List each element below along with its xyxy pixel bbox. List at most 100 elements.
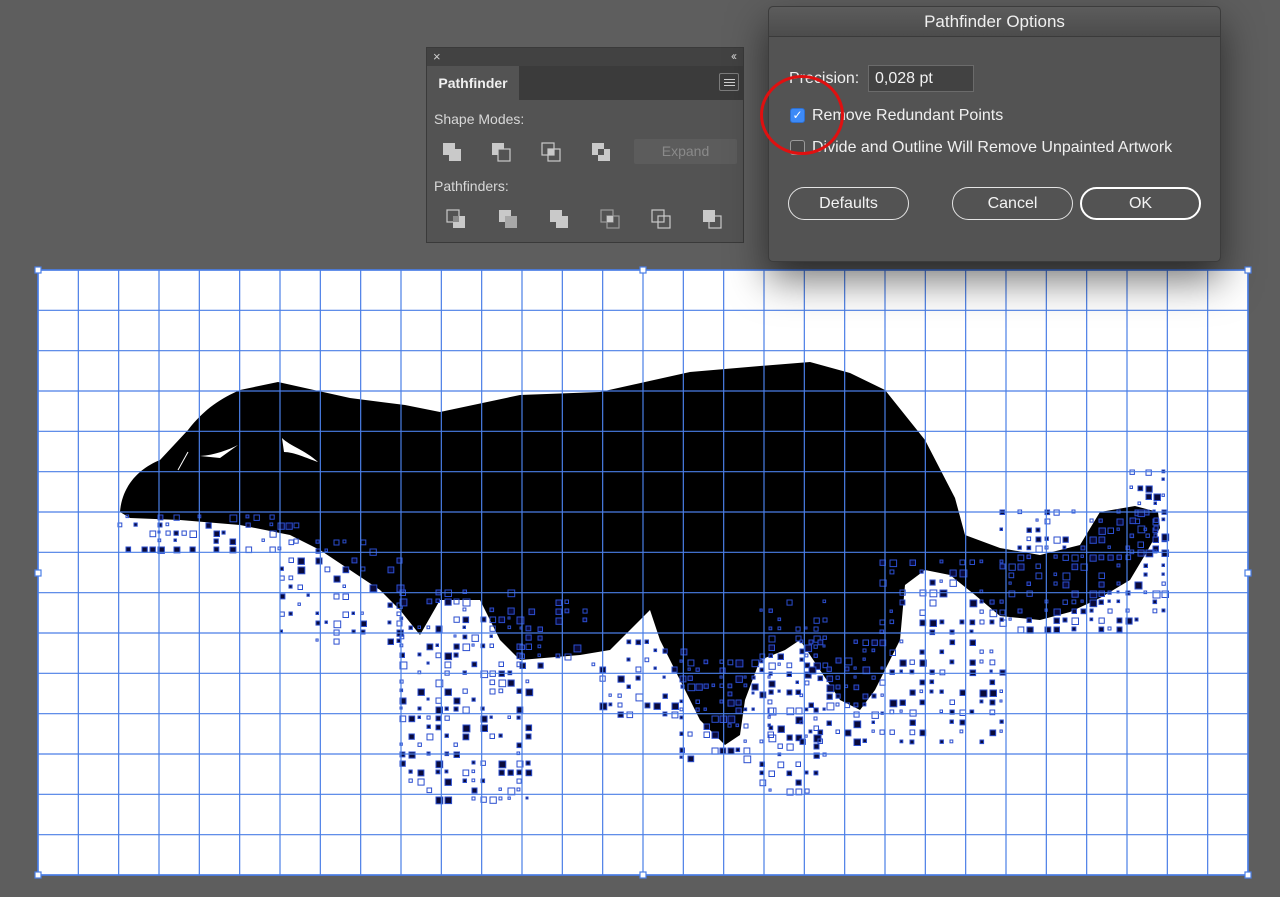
divide-outline-label[interactable]: Divide and Outline Will Remove Unpainted… xyxy=(812,139,1172,157)
halftone-square xyxy=(759,667,765,673)
halftone-square xyxy=(711,683,716,688)
halftone-square xyxy=(462,778,467,783)
halftone-square xyxy=(759,608,763,612)
halftone-square xyxy=(719,747,727,755)
halftone-square xyxy=(555,608,562,615)
panel-title-bar[interactable]: × ‹‹ xyxy=(427,48,743,66)
halftone-square xyxy=(949,569,957,577)
halftone-square xyxy=(727,691,733,697)
halftone-square xyxy=(1145,485,1153,493)
pathfinder-panel: × ‹‹ Pathfinder Shape Modes: Expand Path… xyxy=(426,47,744,243)
tab-pathfinder[interactable]: Pathfinder xyxy=(427,66,519,100)
halftone-square xyxy=(929,689,934,694)
halftone-square xyxy=(959,719,966,726)
expand-button[interactable]: Expand xyxy=(634,139,737,164)
minus-front-icon[interactable] xyxy=(490,141,512,163)
halftone-square xyxy=(899,739,904,744)
ok-button[interactable]: OK xyxy=(1080,187,1201,220)
halftone-square xyxy=(516,688,522,694)
exclude-icon[interactable] xyxy=(590,141,612,163)
halftone-square xyxy=(939,689,944,694)
minus-back-icon[interactable] xyxy=(701,208,723,230)
halftone-square xyxy=(1053,617,1060,624)
halftone-square xyxy=(687,675,693,681)
halftone-square xyxy=(1053,554,1058,559)
halftone-square xyxy=(844,729,852,737)
outline-icon[interactable] xyxy=(650,208,672,230)
halftone-square xyxy=(213,530,220,537)
halftone-square xyxy=(1080,599,1084,603)
halftone-square xyxy=(1145,493,1152,500)
halftone-square xyxy=(516,742,523,749)
halftone-square xyxy=(525,760,531,766)
halftone-square xyxy=(989,699,996,706)
halftone-square xyxy=(999,563,1006,570)
divide-icon[interactable] xyxy=(445,208,467,230)
halftone-square xyxy=(462,625,466,629)
halftone-square xyxy=(929,679,935,685)
halftone-square xyxy=(919,699,926,706)
halftone-square xyxy=(853,720,862,729)
halftone-square xyxy=(826,720,832,726)
halftone-square xyxy=(498,769,505,776)
halftone-square xyxy=(751,691,755,695)
halftone-square xyxy=(564,608,570,614)
halftone-square xyxy=(626,684,631,689)
halftone-square xyxy=(471,697,476,702)
halftone-square xyxy=(525,769,533,777)
halftone-square xyxy=(969,599,978,608)
halftone-square xyxy=(1062,581,1070,589)
halftone-square xyxy=(826,693,833,700)
halftone-square xyxy=(999,599,1004,604)
halftone-square xyxy=(1116,599,1121,604)
halftone-square xyxy=(871,720,875,724)
precision-input[interactable] xyxy=(868,65,974,92)
trim-icon[interactable] xyxy=(497,208,519,230)
halftone-square xyxy=(1089,536,1097,544)
crop-icon[interactable] xyxy=(599,208,621,230)
halftone-square xyxy=(498,760,507,769)
halftone-square xyxy=(777,689,781,693)
halftone-square xyxy=(555,653,561,659)
halftone-square xyxy=(516,769,523,776)
halftone-square xyxy=(599,702,608,711)
halftone-square xyxy=(989,669,993,673)
halftone-square xyxy=(387,638,394,645)
halftone-square xyxy=(582,617,588,623)
halftone-square xyxy=(743,683,748,688)
close-icon[interactable]: × xyxy=(433,49,441,64)
halftone-square xyxy=(288,611,293,616)
halftone-square xyxy=(1098,590,1105,597)
unite-icon[interactable] xyxy=(441,141,463,163)
halftone-square xyxy=(719,699,724,704)
halftone-square xyxy=(435,598,440,603)
halftone-square xyxy=(808,639,814,645)
halftone-square xyxy=(999,527,1003,531)
halftone-square xyxy=(1098,527,1106,535)
halftone-square xyxy=(1116,617,1123,624)
defaults-button[interactable]: Defaults xyxy=(788,187,909,220)
halftone-square xyxy=(435,769,441,775)
halftone-square xyxy=(999,559,1004,564)
halftone-square xyxy=(462,733,470,741)
halftone-square xyxy=(351,611,355,615)
halftone-square xyxy=(979,689,988,698)
halftone-square xyxy=(626,639,632,645)
halftone-square xyxy=(1161,572,1165,576)
halftone-square xyxy=(453,697,461,705)
halftone-square xyxy=(1089,608,1094,613)
halftone-square xyxy=(862,738,867,743)
panel-menu-icon[interactable] xyxy=(719,73,739,91)
collapse-icon[interactable]: ‹‹ xyxy=(731,49,737,63)
intersect-icon[interactable] xyxy=(540,141,562,163)
cancel-button[interactable]: Cancel xyxy=(952,187,1073,220)
halftone-square xyxy=(768,626,773,631)
halftone-square xyxy=(759,770,765,776)
halftone-square xyxy=(525,796,529,800)
halftone-square xyxy=(929,619,937,627)
halftone-square xyxy=(808,729,813,734)
halftone-square xyxy=(999,617,1004,622)
halftone-square xyxy=(396,638,401,643)
merge-icon[interactable] xyxy=(548,208,570,230)
halftone-square xyxy=(1129,517,1137,525)
